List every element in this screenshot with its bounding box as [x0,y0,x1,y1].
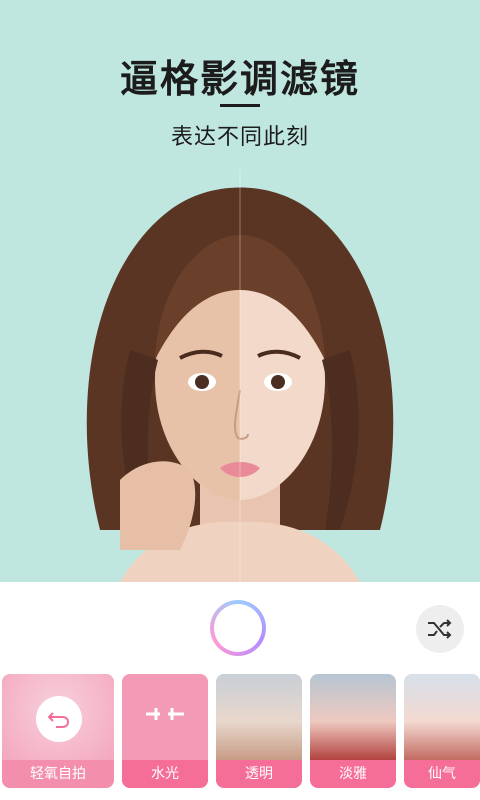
portrait-illustration [86,170,394,582]
before-after-portrait [60,150,420,582]
filter-transparent[interactable]: 透明 [216,674,302,788]
title-divider [220,104,260,107]
undo-button[interactable] [36,696,82,742]
filter-thumbnail [404,674,480,760]
camera-controls [0,582,480,674]
shutter-button[interactable] [210,600,266,656]
filter-label: 仙气 [404,760,480,788]
shuffle-button[interactable] [416,605,464,653]
filter-label: 透明 [216,760,302,788]
filter-label: 淡雅 [310,760,396,788]
hero-banner: 逼格影调滤镜 表达不同此刻 [0,0,480,582]
hero-title: 逼格影调滤镜 [119,57,360,101]
filter-strip: 轻氧自拍 水光 透明 淡雅 仙气 [0,674,480,800]
filter-ethereal[interactable]: 仙气 [404,674,480,788]
undo-icon [47,712,70,728]
filter-water-glow[interactable]: 水光 [122,674,208,788]
split-adjust-icon [146,708,184,720]
filter-thumbnail [216,674,302,760]
filter-label: 轻氧自拍 [2,760,114,788]
shuffle-icon [428,619,452,639]
filter-thumbnail [310,674,396,760]
filter-label: 水光 [122,760,208,788]
filter-light-selfie[interactable]: 轻氧自拍 [2,674,114,788]
filter-elegant[interactable]: 淡雅 [310,674,396,788]
hero-subtitle: 表达不同此刻 [170,125,309,150]
